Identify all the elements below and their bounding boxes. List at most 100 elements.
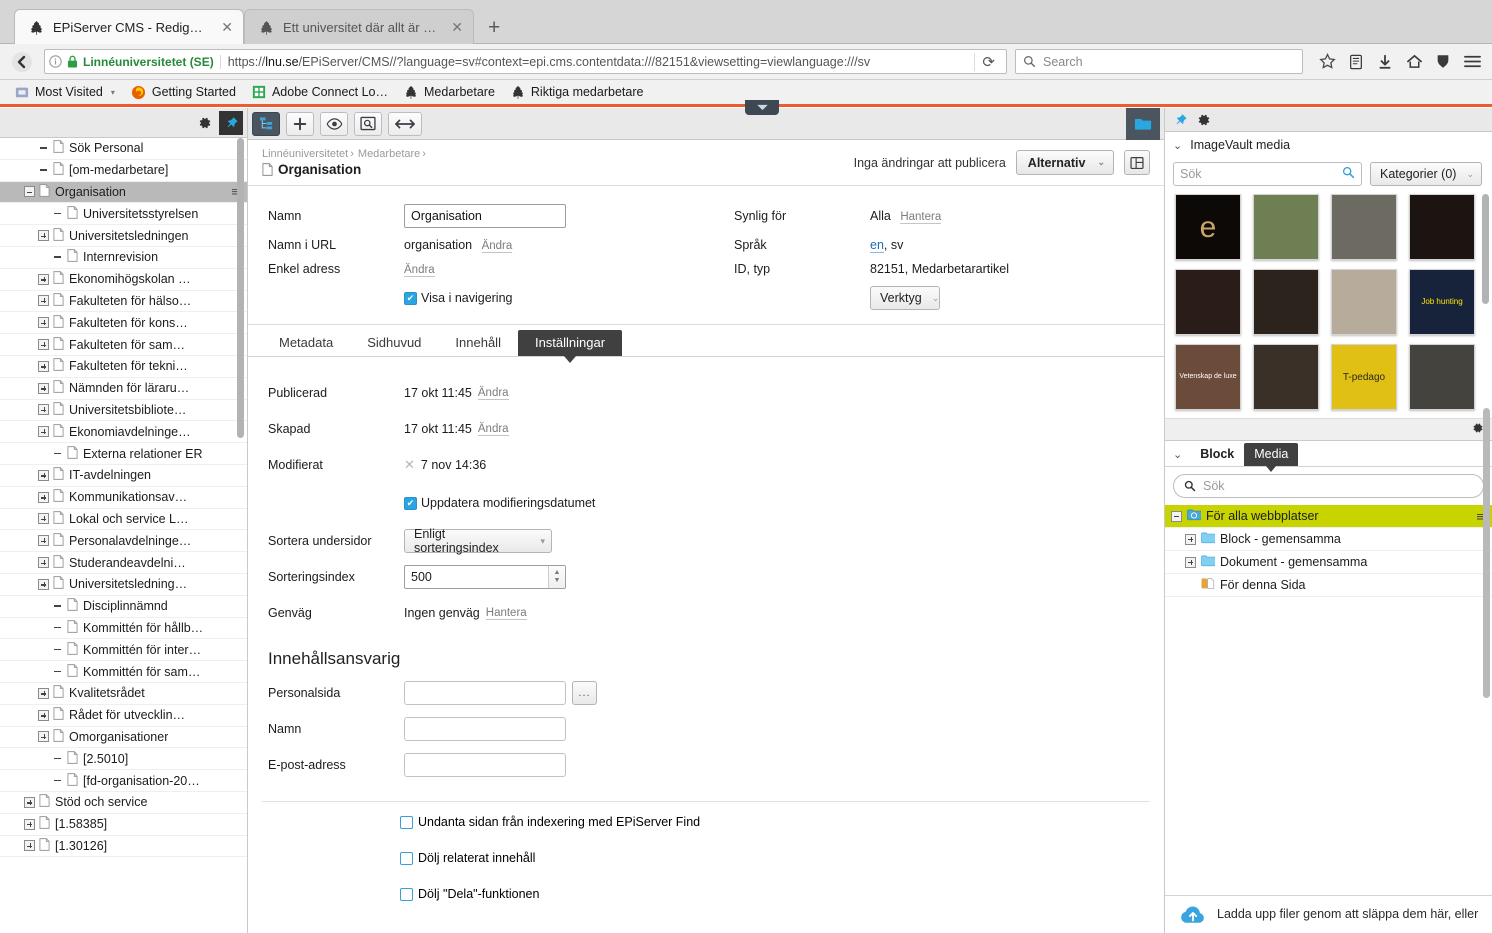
enkel-adress-andra-link[interactable]: Ändra bbox=[404, 264, 435, 277]
tree-item-universitetsstyrelsen[interactable]: Universitetsstyrelsen bbox=[0, 203, 247, 226]
expand-icon[interactable] bbox=[24, 818, 35, 830]
tree-item-universitetsledningen[interactable]: Universitetsledningen bbox=[0, 225, 247, 247]
expand-icon[interactable] bbox=[38, 230, 49, 242]
field-dolj-relaterat[interactable]: Dölj relaterat innehåll bbox=[248, 829, 1164, 865]
tree-item-kommitt-n-f-r-sam[interactable]: Kommittén för sam… bbox=[0, 661, 247, 683]
modifierat-clear-icon[interactable]: ✕ bbox=[404, 457, 415, 473]
expand-icon[interactable] bbox=[38, 339, 49, 351]
tree-item-externa-relationer-er[interactable]: Externa relationer ER bbox=[0, 443, 247, 465]
expand-icon[interactable] bbox=[1185, 556, 1196, 568]
magnify-page-icon[interactable] bbox=[354, 111, 382, 136]
assets-folder-icon[interactable] bbox=[1126, 107, 1160, 140]
media-tree-item-block-gemensamma[interactable]: Block - gemensamma bbox=[1165, 528, 1492, 551]
media-thumbnail[interactable]: T-pedago bbox=[1331, 344, 1397, 410]
skapad-andra-link[interactable]: Ändra bbox=[477, 423, 509, 436]
upload-dropzone[interactable]: Ladda upp filer genom att släppa dem här… bbox=[1165, 895, 1492, 933]
bookmark-adobe-connect[interactable]: Adobe Connect Lo… bbox=[245, 83, 395, 101]
sprak-en-link[interactable]: en bbox=[870, 238, 884, 253]
chevron-down-icon[interactable]: ⌄ bbox=[1173, 448, 1190, 466]
media-thumbnail[interactable]: Vetenskap de luxe bbox=[1175, 344, 1241, 410]
bookmark-star-icon[interactable] bbox=[1315, 50, 1339, 74]
media-search-input[interactable]: Sök bbox=[1173, 474, 1484, 498]
tree-item-n-mnden-f-r-l-raru[interactable]: Nämnden för läraru… bbox=[0, 378, 247, 400]
sorteringsindex-input[interactable]: 500 ▲ ▼ bbox=[404, 565, 566, 589]
tree-item-ekonomih-gskolan[interactable]: Ekonomihögskolan … bbox=[0, 269, 247, 291]
publicerad-andra-link[interactable]: Ändra bbox=[477, 387, 509, 400]
bookmark-getting-started[interactable]: Getting Started bbox=[124, 83, 243, 102]
tree-item-kommunikationsav[interactable]: Kommunikationsav… bbox=[0, 487, 247, 509]
synlig-hantera-link[interactable]: Hantera bbox=[900, 211, 942, 224]
expand-icon[interactable] bbox=[38, 469, 49, 481]
kategorier-dropdown[interactable]: Kategorier (0) ⌄ bbox=[1370, 162, 1482, 186]
media-tree-item-dokument-gemensamma[interactable]: Dokument - gemensamma bbox=[1165, 551, 1492, 574]
media-thumbnail[interactable] bbox=[1253, 194, 1319, 260]
tree-item-fd-organisation-20[interactable]: [fd-organisation-20… bbox=[0, 770, 247, 792]
breadcrumb-parent[interactable]: Medarbetare bbox=[358, 148, 420, 160]
tree-item-kommitt-n-f-r-h-llb[interactable]: Kommittén för hållb… bbox=[0, 618, 247, 640]
collapse-icon[interactable] bbox=[24, 186, 35, 198]
field-uppdatera-modifieringsdatum[interactable]: Uppdatera modifieringsdatumet bbox=[248, 483, 1164, 523]
tab-close-icon[interactable]: ✕ bbox=[221, 19, 233, 36]
pin-icon[interactable] bbox=[219, 110, 243, 135]
options-button[interactable]: Alternativ ⌄ bbox=[1015, 150, 1114, 175]
media-thumbnail[interactable] bbox=[1409, 194, 1475, 260]
layout-toggle-button[interactable] bbox=[1124, 150, 1150, 175]
sortera-undersidor-dropdown[interactable]: Enligt sorteringsindex ▾ bbox=[404, 527, 552, 555]
media-thumbnail[interactable] bbox=[1253, 344, 1319, 410]
expand-icon[interactable] bbox=[38, 382, 49, 394]
tree-item-om-medarbetare[interactable]: [om-medarbetare] bbox=[0, 160, 247, 182]
dolj-dela-checkbox[interactable] bbox=[400, 887, 413, 901]
tree-item-s-k-personal[interactable]: Sök Personal bbox=[0, 138, 247, 160]
shield-icon[interactable] bbox=[1431, 50, 1455, 74]
sorteringsindex-stepper[interactable]: ▲ ▼ bbox=[548, 566, 565, 588]
tree-item-fakulteten-f-r-sam[interactable]: Fakulteten för sam… bbox=[0, 334, 247, 356]
field-dolj-dela[interactable]: Dölj "Dela"-funktionen bbox=[248, 865, 1164, 901]
undanta-indexering-checkbox[interactable] bbox=[400, 815, 413, 829]
expand-icon[interactable] bbox=[38, 273, 49, 285]
visa-i-navigering-row[interactable]: Visa i navigering bbox=[404, 291, 734, 305]
pin-icon[interactable] bbox=[1169, 109, 1191, 131]
namn-url-andra-link[interactable]: Ändra bbox=[481, 240, 513, 253]
tree-item-studerandeavdelni[interactable]: Studerandeavdelni… bbox=[0, 552, 247, 574]
tree-item-organisation[interactable]: Organisation ≡ bbox=[0, 181, 247, 204]
structure-icon[interactable] bbox=[252, 111, 280, 136]
expand-icon[interactable] bbox=[24, 840, 35, 852]
tab-block[interactable]: Block bbox=[1190, 443, 1244, 466]
address-bar[interactable]: Linnéuniversitetet (SE) https://lnu.se/E… bbox=[44, 49, 1007, 74]
uppdatera-modifieringsdatum-checkbox[interactable] bbox=[404, 496, 417, 510]
reload-icon[interactable]: ⟳ bbox=[974, 52, 1002, 71]
tree-item-ekonomiavdelninge[interactable]: Ekonomiavdelninge… bbox=[0, 421, 247, 444]
expand-icon[interactable] bbox=[38, 295, 49, 307]
breadcrumb-root[interactable]: Linnéuniversitetet bbox=[262, 148, 348, 160]
tab-media[interactable]: Media bbox=[1244, 443, 1299, 472]
media-thumbnail[interactable]: e bbox=[1175, 194, 1241, 260]
expand-icon[interactable] bbox=[38, 404, 49, 416]
collapse-icon[interactable] bbox=[1171, 510, 1182, 522]
tree-item-fakulteten-f-r-h-lso[interactable]: Fakulteten för hälso… bbox=[0, 291, 247, 313]
media-tree[interactable]: För alla webbplatser ≡ Block - gemensamma D… bbox=[1165, 505, 1492, 597]
namn-input[interactable]: Organisation bbox=[404, 204, 566, 228]
tree-item-internrevision[interactable]: Internrevision bbox=[0, 247, 247, 269]
tree-item-st-d-och-service[interactable]: Stöd och service bbox=[0, 792, 247, 814]
tree-item-it-avdelningen[interactable]: IT-avdelningen bbox=[0, 465, 247, 487]
imagevault-title-row[interactable]: ⌄ ImageVault media bbox=[1165, 132, 1492, 158]
visa-i-navigering-checkbox[interactable] bbox=[404, 291, 417, 305]
media-tree-item-f-r-denna-sida[interactable]: För denna Sida bbox=[1165, 574, 1492, 597]
tree-item-lokal-och-service-l[interactable]: Lokal och service L… bbox=[0, 509, 247, 531]
media-tree-item-f-r-alla-webbplatser[interactable]: För alla webbplatser ≡ bbox=[1165, 505, 1492, 528]
tree-item-universitetsbibliote[interactable]: Universitetsbibliote… bbox=[0, 400, 247, 422]
tree-item-fakulteten-f-r-kons[interactable]: Fakulteten för kons… bbox=[0, 312, 247, 335]
expand-icon[interactable] bbox=[38, 513, 49, 525]
owner-epost-input[interactable] bbox=[404, 753, 566, 777]
new-tab-button[interactable]: + bbox=[474, 17, 514, 44]
browser-tab-2[interactable]: Ett universitet där allt är m… ✕ bbox=[244, 9, 474, 44]
imagevault-search-input[interactable]: Sök bbox=[1173, 162, 1363, 186]
media-thumbnail[interactable] bbox=[1175, 269, 1241, 335]
expand-icon[interactable] bbox=[38, 731, 49, 743]
expand-icon[interactable] bbox=[38, 535, 49, 547]
personalsida-input[interactable] bbox=[404, 681, 566, 705]
download-icon[interactable] bbox=[1373, 50, 1397, 74]
panel-pull-handle[interactable] bbox=[745, 100, 779, 115]
gear-icon[interactable] bbox=[1193, 109, 1215, 131]
verktyg-dropdown[interactable]: Verktyg ⌄ bbox=[870, 286, 940, 310]
